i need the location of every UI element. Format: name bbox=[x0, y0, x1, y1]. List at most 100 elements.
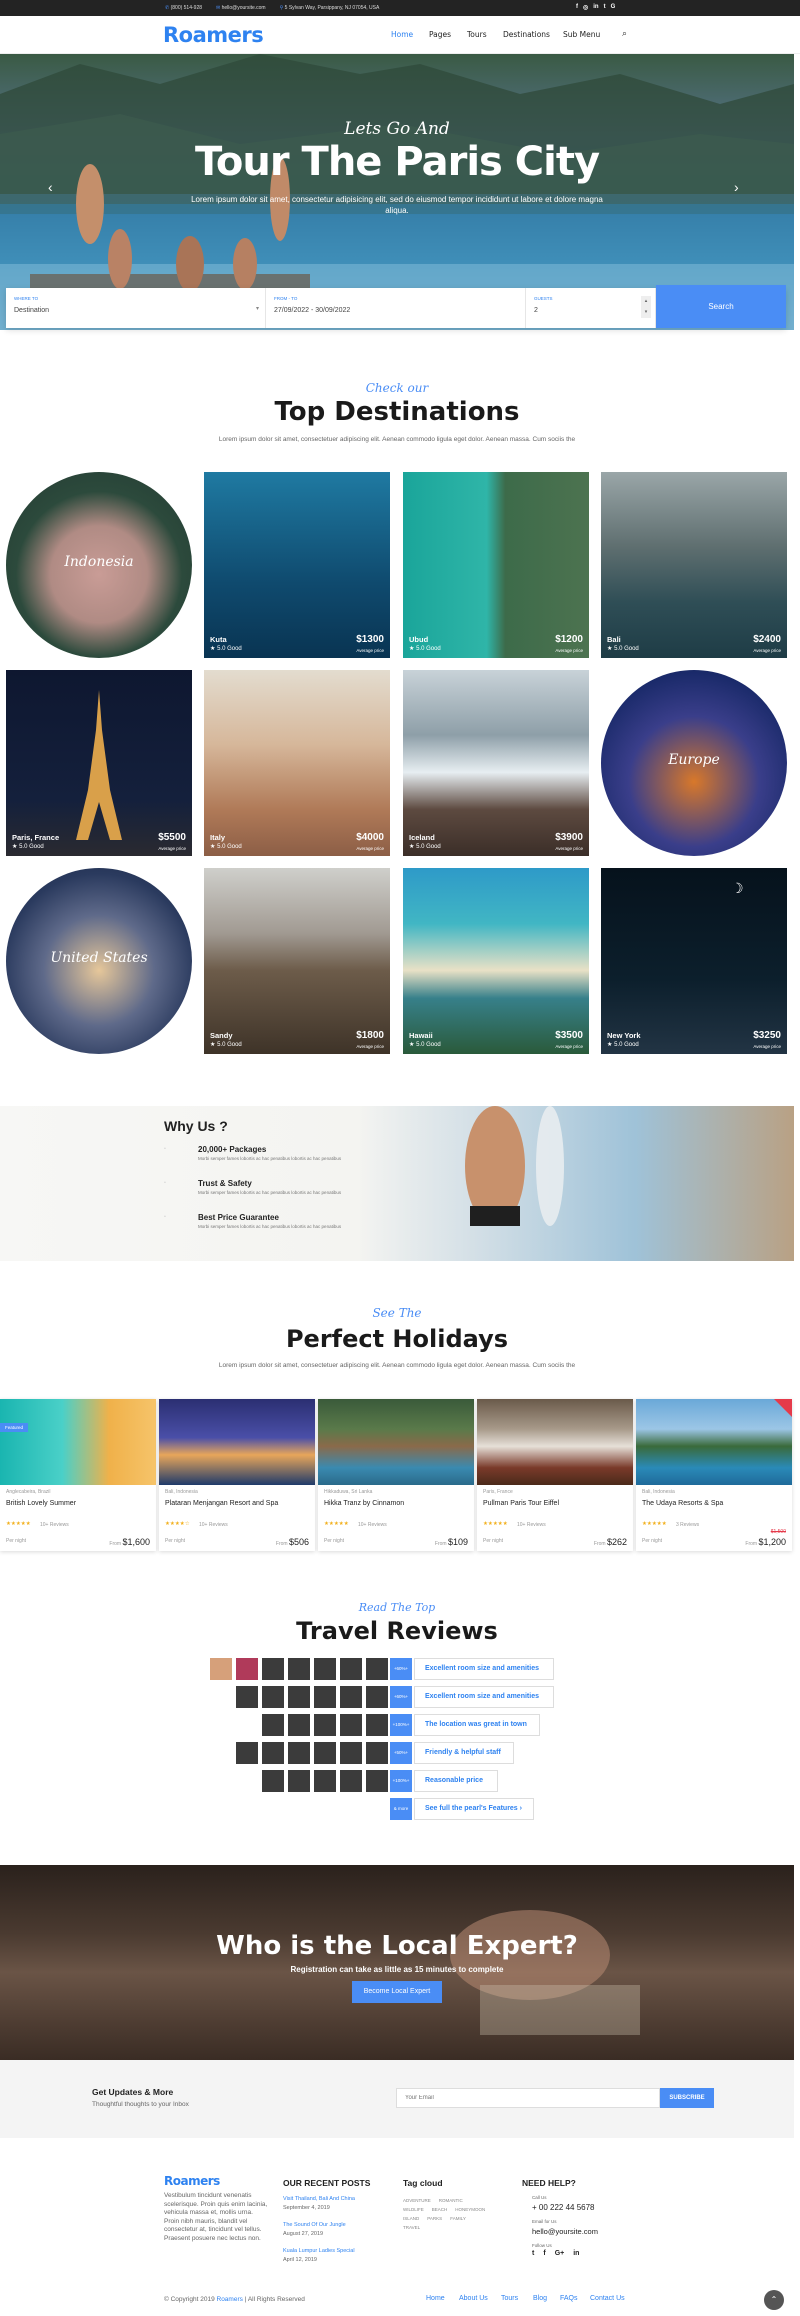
footer-logo[interactable]: Roamers bbox=[164, 2174, 220, 2188]
hero-next-arrow[interactable]: › bbox=[734, 179, 739, 195]
twitter-icon[interactable]: t bbox=[604, 4, 606, 11]
footer-link-tours[interactable]: Tours bbox=[501, 2295, 518, 2302]
holiday-card[interactable]: Hikkaduwa, Sri Lanka Hikka Tranz by Cinn… bbox=[318, 1399, 474, 1551]
see-features-link[interactable]: See full the pearl's Features › bbox=[414, 1798, 534, 1820]
tag-link[interactable]: TRAVEL bbox=[403, 2225, 420, 2230]
star-icon: ★ bbox=[210, 844, 216, 850]
destination-new-york[interactable]: ☽ New York ★ 5.0 Good $3250 Average pric… bbox=[601, 868, 787, 1054]
scroll-top-button[interactable]: ⌃ bbox=[764, 2290, 784, 2310]
linkedin-icon[interactable]: in bbox=[593, 4, 598, 11]
star-icon: ★ bbox=[607, 1042, 613, 1048]
hero-subtitle: Lorem ipsum dolor sit amet, consectetur … bbox=[191, 195, 603, 215]
google-icon[interactable]: G bbox=[611, 4, 616, 11]
star-icon: ★ bbox=[409, 646, 415, 652]
star-icon: ★ bbox=[607, 646, 613, 652]
footer-about: Vestibulum tincidunt venenatis scelerisq… bbox=[164, 2192, 268, 2242]
destination-kuta[interactable]: Kuta ★ 5.0 Good $1300 Average price bbox=[204, 472, 390, 658]
top-bar: ✆ (800) 514-928 ✉ hello@yoursite.com ⚲ 5… bbox=[0, 0, 800, 16]
nav-sub-menu[interactable]: Sub Menu bbox=[563, 30, 600, 39]
reviewer-avatar[interactable] bbox=[236, 1658, 258, 1680]
holiday-card[interactable]: Bali, Indonesia The Udaya Resorts & Spa … bbox=[636, 1399, 792, 1551]
destination-united-states[interactable]: United States bbox=[6, 868, 192, 1054]
need-help-title: NEED HELP? bbox=[522, 2178, 576, 2188]
review-item[interactable]: The location was great in town bbox=[414, 1714, 540, 1736]
subscribe-button[interactable]: SUBSCRIBE bbox=[660, 2088, 714, 2108]
review-tag: +60%+ bbox=[390, 1686, 412, 1708]
footer-link-about[interactable]: About Us bbox=[459, 2295, 488, 2302]
tag-link[interactable]: BEACH bbox=[432, 2207, 448, 2212]
sale-ribbon bbox=[774, 1399, 792, 1417]
review-tag: +60%+ bbox=[390, 1658, 412, 1680]
email-contact[interactable]: ✉ hello@yoursite.com bbox=[216, 5, 266, 11]
review-item[interactable]: Reasonable price bbox=[414, 1770, 498, 1792]
footer-email[interactable]: hello@yoursite.com bbox=[532, 2227, 598, 2236]
guests-field[interactable]: GUESTS 2 ▴ ▾ bbox=[526, 288, 656, 328]
destination-europe[interactable]: Europe bbox=[601, 670, 787, 856]
tag-link[interactable]: ADVENTURE bbox=[403, 2198, 431, 2203]
review-item[interactable]: Excellent room size and amenities bbox=[414, 1686, 554, 1708]
local-expert-section: Who is the Local Expert? Registration ca… bbox=[0, 1865, 794, 2060]
instagram-icon[interactable]: ◎ bbox=[583, 4, 588, 11]
where-field[interactable]: WHERE TO Destination ▾ bbox=[6, 288, 266, 328]
footer-link-home[interactable]: Home bbox=[426, 2295, 445, 2302]
nav-destinations[interactable]: Destinations bbox=[503, 30, 550, 39]
linkedin-icon[interactable]: in bbox=[573, 2250, 579, 2257]
destination-indonesia[interactable]: Indonesia bbox=[6, 472, 192, 658]
holidays-script: See The bbox=[372, 1306, 422, 1320]
why-us-section: Why Us ? ▫ 20,000+ Packages Morbi semper… bbox=[0, 1106, 794, 1261]
recent-post-link[interactable]: Kuala Lumpur Ladies Special bbox=[283, 2248, 355, 2254]
guests-stepper[interactable]: ▴ ▾ bbox=[641, 296, 651, 318]
recent-post-link[interactable]: Visit Thailand, Bali And China bbox=[283, 2196, 355, 2202]
site-logo[interactable]: Roamers bbox=[163, 23, 264, 47]
facebook-icon[interactable]: f bbox=[543, 2250, 545, 2257]
destination-paris-france[interactable]: Paris, France ★ 5.0 Good $5500 Average p… bbox=[6, 670, 192, 856]
search-bar: WHERE TO Destination ▾ FROM - TO 27/09/2… bbox=[6, 285, 786, 328]
phone-contact[interactable]: ✆ (800) 514-928 bbox=[165, 5, 202, 11]
holiday-card[interactable]: Paris, France Pullman Paris Tour Eiffel … bbox=[477, 1399, 633, 1551]
star-icon: ★ bbox=[409, 1042, 415, 1048]
surfer-image bbox=[465, 1106, 564, 1226]
review-item[interactable]: Excellent room size and amenities bbox=[414, 1658, 554, 1680]
search-icon[interactable]: ⌕ bbox=[622, 28, 627, 39]
facebook-icon[interactable]: f bbox=[576, 4, 578, 11]
destination-italy[interactable]: Italy ★ 5.0 Good $4000 Average price bbox=[204, 670, 390, 856]
dates-field[interactable]: FROM - TO 27/09/2022 - 30/09/2022 bbox=[266, 288, 526, 328]
tag-link[interactable]: PARKS bbox=[427, 2216, 442, 2221]
google-plus-icon[interactable]: G+ bbox=[555, 2250, 565, 2257]
reviewer-avatar[interactable] bbox=[210, 1658, 232, 1680]
destination-hawaii[interactable]: Hawaii ★ 5.0 Good $3500 Average price bbox=[403, 868, 589, 1054]
destination-bali[interactable]: Bali ★ 5.0 Good $2400 Average price bbox=[601, 472, 787, 658]
review-item[interactable]: Friendly & helpful staff bbox=[414, 1742, 514, 1764]
destinations-lead: Lorem ipsum dolor sit amet, consectetuer… bbox=[218, 436, 576, 443]
rating-stars: ★★★★★ bbox=[6, 1521, 31, 1527]
tag-link[interactable]: WILDLIFE bbox=[403, 2207, 424, 2212]
newsletter-section: Get Updates & More Thoughtful thoughts t… bbox=[0, 2060, 794, 2138]
nav-tours[interactable]: Tours bbox=[467, 30, 487, 39]
holiday-image bbox=[477, 1399, 633, 1485]
footer-phone[interactable]: + 00 222 44 5678 bbox=[532, 2203, 595, 2212]
destination-iceland[interactable]: Iceland ★ 5.0 Good $3900 Average price bbox=[403, 670, 589, 856]
tag-link[interactable]: HONEYMOON bbox=[455, 2207, 485, 2212]
tag-link[interactable]: ROMANTIC bbox=[439, 2198, 463, 2203]
twitter-icon[interactable]: t bbox=[532, 2250, 534, 2257]
footer-link-blog[interactable]: Blog bbox=[533, 2295, 547, 2302]
tag-link[interactable]: FAMILY bbox=[450, 2216, 466, 2221]
hero-prev-arrow[interactable]: ‹ bbox=[48, 179, 53, 195]
package-icon: ▫ bbox=[164, 1146, 166, 1152]
destination-sandy[interactable]: Sandy ★ 5.0 Good $1800 Average price bbox=[204, 868, 390, 1054]
become-expert-button[interactable]: Become Local Expert bbox=[352, 1981, 442, 2003]
chevron-down-icon: ▾ bbox=[255, 306, 259, 312]
holiday-card[interactable]: Bali, Indonesia Plataran Menjangan Resor… bbox=[159, 1399, 315, 1551]
holiday-card[interactable]: Featured Anglecabeira, Brazil British Lo… bbox=[0, 1399, 156, 1551]
why-us-title: Why Us ? bbox=[164, 1118, 228, 1134]
email-input[interactable] bbox=[396, 2088, 660, 2108]
holiday-image bbox=[0, 1399, 156, 1485]
footer-link-faqs[interactable]: FAQs bbox=[560, 2295, 578, 2302]
search-button[interactable]: Search bbox=[656, 285, 786, 328]
tag-link[interactable]: ISLAND bbox=[403, 2216, 419, 2221]
footer-link-contact[interactable]: Contact Us bbox=[590, 2295, 625, 2302]
nav-home[interactable]: Home bbox=[391, 30, 413, 39]
destination-ubud[interactable]: Ubud ★ 5.0 Good $1200 Average price bbox=[403, 472, 589, 658]
recent-post-link[interactable]: The Sound Of Our Jungle bbox=[283, 2222, 346, 2228]
nav-pages[interactable]: Pages bbox=[429, 30, 451, 39]
